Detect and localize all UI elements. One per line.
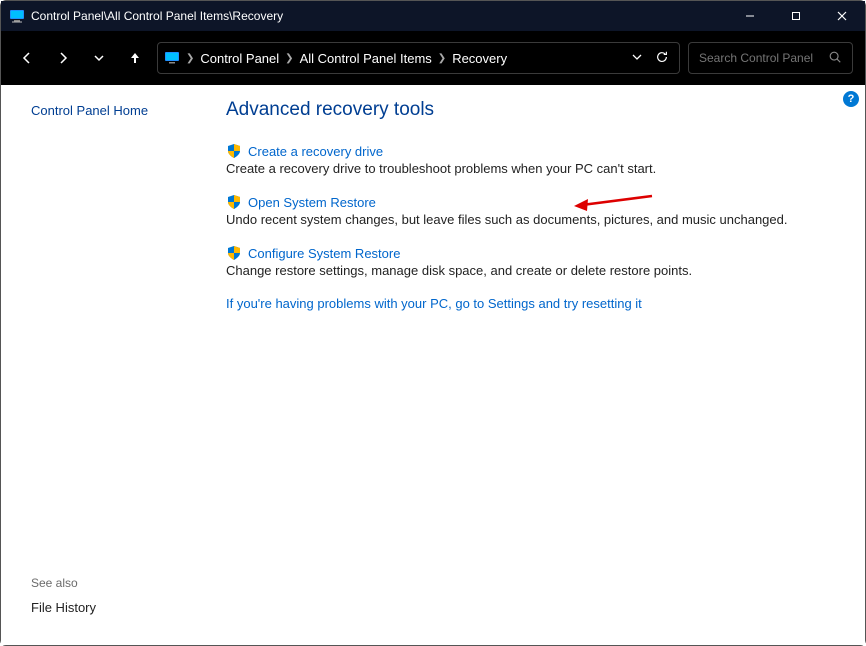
shield-icon — [226, 194, 242, 210]
create-recovery-drive-desc: Create a recovery drive to troubleshoot … — [226, 161, 835, 176]
maximize-button[interactable] — [773, 1, 819, 31]
control-panel-home-link[interactable]: Control Panel Home — [31, 103, 216, 118]
shield-icon — [226, 143, 242, 159]
shield-icon — [226, 245, 242, 261]
chevron-right-icon: ❯ — [186, 53, 194, 64]
control-panel-icon — [9, 8, 25, 24]
window-title: Control Panel\All Control Panel Items\Re… — [31, 9, 727, 23]
address-dropdown-button[interactable] — [631, 51, 643, 66]
open-system-restore-desc: Undo recent system changes, but leave fi… — [226, 212, 835, 227]
back-button[interactable] — [13, 44, 41, 72]
navbar: ❯ Control Panel ❯ All Control Panel Item… — [1, 31, 865, 85]
search-box[interactable] — [688, 42, 853, 74]
close-button[interactable] — [819, 1, 865, 31]
chevron-right-icon: ❯ — [285, 53, 293, 64]
main-panel: Advanced recovery tools Create a recover… — [216, 85, 865, 645]
configure-system-restore-desc: Change restore settings, manage disk spa… — [226, 263, 835, 278]
search-icon[interactable] — [828, 50, 842, 67]
file-history-link[interactable]: File History — [31, 600, 96, 615]
forward-button[interactable] — [49, 44, 77, 72]
search-input[interactable] — [699, 51, 819, 65]
breadcrumb-mid[interactable]: All Control Panel Items — [300, 51, 432, 66]
see-also-label: See also — [31, 576, 96, 590]
reset-pc-link[interactable]: If you're having problems with your PC, … — [226, 296, 835, 311]
up-button[interactable] — [121, 44, 149, 72]
address-bar[interactable]: ❯ Control Panel ❯ All Control Panel Item… — [157, 42, 680, 74]
minimize-button[interactable] — [727, 1, 773, 31]
open-system-restore-link[interactable]: Open System Restore — [248, 195, 376, 210]
address-icon — [164, 50, 180, 66]
sidebar: Control Panel Home See also File History — [1, 85, 216, 645]
recent-locations-button[interactable] — [85, 44, 113, 72]
configure-system-restore-link[interactable]: Configure System Restore — [248, 246, 400, 261]
breadcrumb-leaf[interactable]: Recovery — [452, 51, 507, 66]
window-controls — [727, 1, 865, 31]
create-recovery-drive-link[interactable]: Create a recovery drive — [248, 144, 383, 159]
content-area: ? Control Panel Home See also File Histo… — [1, 85, 865, 645]
page-heading: Advanced recovery tools — [226, 99, 835, 121]
see-also-section: See also File History — [31, 576, 96, 615]
tool-create-recovery-drive: Create a recovery drive Create a recover… — [226, 143, 835, 176]
tool-open-system-restore: Open System Restore Undo recent system c… — [226, 194, 835, 227]
breadcrumb-root[interactable]: Control Panel — [200, 51, 279, 66]
refresh-button[interactable] — [655, 50, 669, 67]
chevron-right-icon: ❯ — [438, 53, 446, 64]
tool-configure-system-restore: Configure System Restore Change restore … — [226, 245, 835, 278]
titlebar: Control Panel\All Control Panel Items\Re… — [1, 1, 865, 31]
